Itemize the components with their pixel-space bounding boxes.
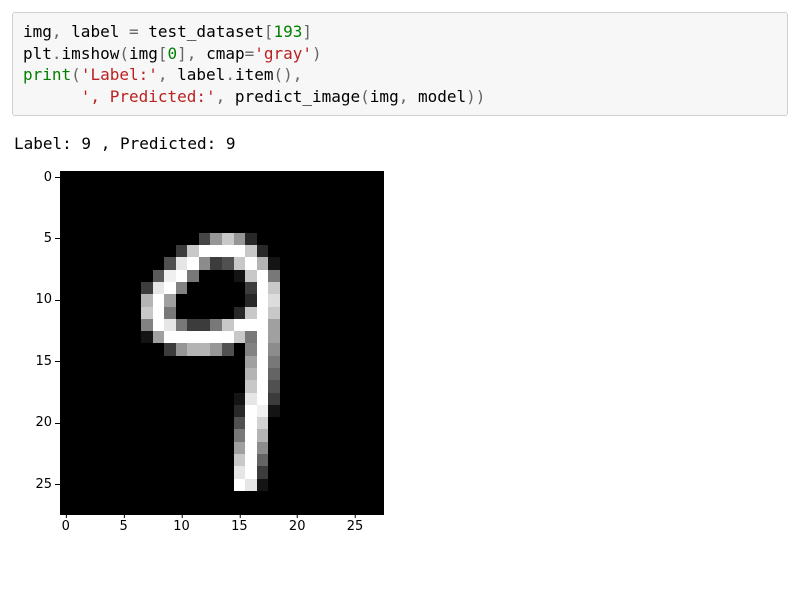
code-token: = bbox=[129, 22, 139, 41]
x-tick: 15 bbox=[231, 519, 248, 534]
code-token: img bbox=[129, 44, 158, 63]
x-tick: 5 bbox=[120, 519, 128, 534]
x-tick: 20 bbox=[289, 519, 306, 534]
code-token: plt bbox=[23, 44, 52, 63]
code-token: label bbox=[71, 22, 119, 41]
code-token: (), bbox=[273, 65, 312, 84]
code-token: model bbox=[418, 87, 466, 106]
y-tick: 0 bbox=[12, 170, 52, 185]
code-token: , bbox=[158, 65, 177, 84]
code-token: print bbox=[23, 65, 71, 84]
stdout-output: Label: 9 , Predicted: 9 bbox=[14, 134, 786, 153]
code-token: . bbox=[52, 44, 62, 63]
code-token: 193 bbox=[274, 22, 303, 41]
x-tick: 10 bbox=[173, 519, 190, 534]
code-token: cmap bbox=[206, 44, 245, 63]
pixel-grid bbox=[60, 171, 384, 515]
code-token: test_dataset bbox=[148, 22, 264, 41]
code-token: label bbox=[177, 65, 225, 84]
code-token: ) bbox=[312, 44, 322, 63]
code-token: imshow bbox=[62, 44, 120, 63]
code-token: [ bbox=[264, 22, 274, 41]
heatmap-image bbox=[60, 171, 384, 515]
code-token: ] bbox=[302, 22, 312, 41]
code-token: img bbox=[370, 87, 399, 106]
code-token: item bbox=[235, 65, 274, 84]
y-tick: 20 bbox=[12, 415, 52, 430]
code-token: )) bbox=[466, 87, 485, 106]
code-token: 'gray' bbox=[254, 44, 312, 63]
y-tick: 15 bbox=[12, 354, 52, 369]
code-token: ], bbox=[177, 44, 206, 63]
code-token: img bbox=[23, 22, 52, 41]
y-tick: 10 bbox=[12, 292, 52, 307]
code-token: ', Predicted:' bbox=[81, 87, 216, 106]
code-token: , bbox=[399, 87, 418, 106]
code-token: predict_image bbox=[235, 87, 360, 106]
code-token: ( bbox=[119, 44, 129, 63]
y-tick: 25 bbox=[12, 477, 52, 492]
code-token: 'Label:' bbox=[81, 65, 158, 84]
code-token: 0 bbox=[168, 44, 178, 63]
code-token: = bbox=[245, 44, 255, 63]
code-token: [ bbox=[158, 44, 168, 63]
x-tick: 25 bbox=[347, 519, 364, 534]
x-tick: 0 bbox=[62, 519, 70, 534]
plot-figure: 0 5 10 15 20 25 0 5 10 15 20 25 bbox=[12, 161, 412, 571]
code-token: , bbox=[52, 22, 71, 41]
code-token: ( bbox=[71, 65, 81, 84]
code-token: , bbox=[216, 87, 235, 106]
y-tick: 5 bbox=[12, 231, 52, 246]
code-cell: img, label = test_dataset[193] plt.imsho… bbox=[12, 12, 788, 116]
code-token: . bbox=[225, 65, 235, 84]
code-token: ( bbox=[360, 87, 370, 106]
